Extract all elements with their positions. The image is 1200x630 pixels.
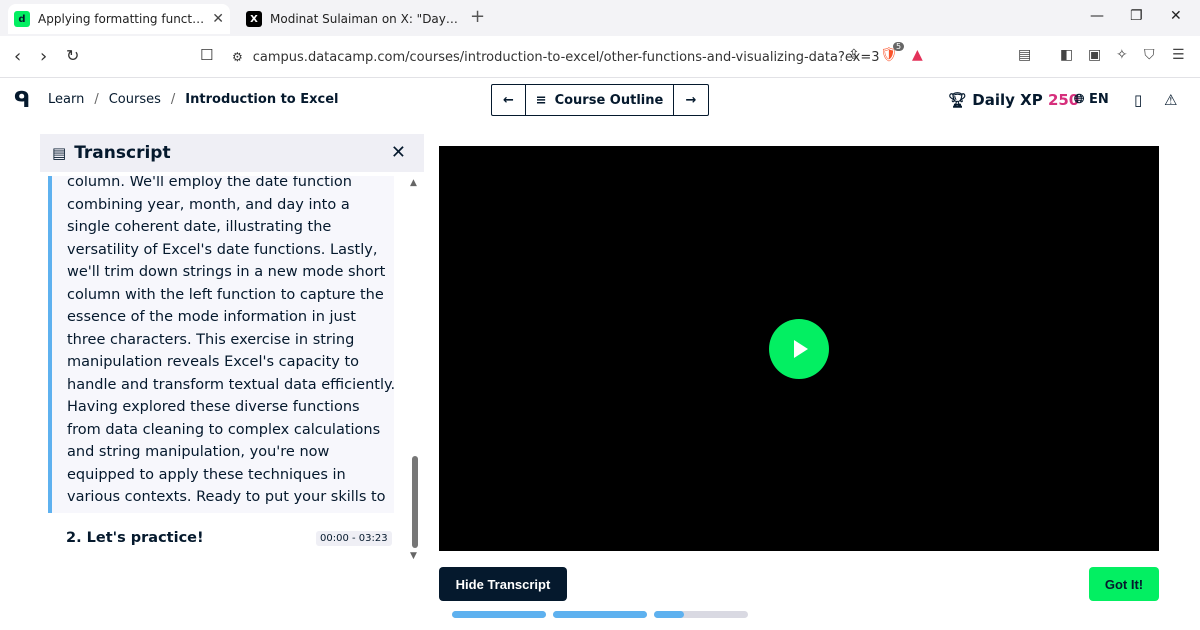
- arrow-right-icon: →: [685, 92, 697, 108]
- globe-icon: 🌐︎: [1074, 92, 1085, 107]
- back-icon[interactable]: ‹: [14, 46, 21, 67]
- tab-title: Modinat Sulaiman on X: "Day 7/30 Of: [270, 12, 459, 26]
- scroll-down-icon[interactable]: ▼: [410, 551, 417, 561]
- breadcrumb-courses[interactable]: Courses: [109, 92, 161, 107]
- new-tab-button[interactable]: +: [470, 6, 485, 27]
- transcript-text: column. We'll employ the date function c…: [67, 176, 394, 513]
- list-icon: ≡: [535, 92, 547, 108]
- browser-tab-datacamp[interactable]: d Applying formatting functions | D ✕: [8, 4, 230, 34]
- progress-segment-3: [654, 611, 748, 618]
- daily-xp-label: Daily XP: [972, 91, 1043, 109]
- sidebar-icon[interactable]: ◧: [1060, 47, 1073, 63]
- reader-icon[interactable]: ▤: [1018, 47, 1031, 63]
- video-player[interactable]: [439, 146, 1159, 551]
- window-close-icon[interactable]: ✕: [1170, 8, 1182, 24]
- close-transcript-icon[interactable]: ✕: [391, 142, 406, 163]
- breadcrumb-learn[interactable]: Learn: [48, 92, 84, 107]
- share-icon[interactable]: ⇪: [848, 47, 860, 63]
- course-outline-button[interactable]: ≡ Course Outline: [526, 85, 674, 115]
- close-icon[interactable]: ✕: [212, 11, 224, 27]
- report-issue-icon[interactable]: ⚠: [1164, 91, 1177, 109]
- play-button[interactable]: [769, 319, 829, 379]
- progress-fill: [553, 611, 647, 618]
- vpn-icon[interactable]: ⛉: [1144, 47, 1155, 63]
- breadcrumb-separator: /: [94, 92, 99, 107]
- got-it-button[interactable]: Got It!: [1089, 567, 1159, 601]
- course-outline-nav: ← ≡ Course Outline →: [491, 84, 709, 116]
- tab-title: Applying formatting functions | D: [38, 12, 204, 26]
- address-bar: ‹ › ↻ ☐ ⚙ campus.datacamp.com/courses/in…: [0, 36, 1200, 78]
- progress-fill: [452, 611, 546, 618]
- arrow-left-icon: ←: [503, 92, 514, 108]
- hide-transcript-button[interactable]: Hide Transcript: [439, 567, 567, 601]
- breadcrumb-separator: /: [170, 92, 176, 107]
- brave-badge: 5: [893, 42, 905, 51]
- browser-tab-bar: d Applying formatting functions | D ✕ X …: [0, 0, 1200, 36]
- url-text: campus.datacamp.com/courses/introduction…: [252, 49, 880, 65]
- browser-tab-x[interactable]: X Modinat Sulaiman on X: "Day 7/30 Of: [240, 6, 465, 32]
- datacamp-icon: d: [14, 11, 30, 27]
- slides-icon[interactable]: ▯: [1134, 91, 1142, 109]
- restore-icon[interactable]: ❐: [1130, 8, 1143, 24]
- leo-icon[interactable]: ✧: [1116, 47, 1128, 63]
- transcript-text-box[interactable]: column. We'll employ the date function c…: [48, 176, 394, 513]
- transcript-panel: ▤ Transcript ✕ column. We'll employ the …: [40, 134, 424, 566]
- forward-icon[interactable]: ›: [40, 46, 47, 67]
- minimize-icon[interactable]: —: [1090, 8, 1104, 24]
- previous-exercise-button[interactable]: ←: [492, 85, 526, 115]
- play-icon: [794, 340, 808, 358]
- progress-segment-1: [452, 611, 546, 618]
- menu-icon[interactable]: ☰: [1172, 47, 1185, 63]
- trophy-icon: 🏆︎: [948, 91, 968, 109]
- wallet-icon[interactable]: ▣: [1088, 47, 1101, 63]
- progress-fill: [654, 611, 685, 618]
- transcript-title: Transcript: [74, 143, 171, 163]
- language-selector[interactable]: 🌐︎ EN: [1074, 92, 1109, 107]
- datacamp-logo-icon[interactable]: ᑫ: [14, 88, 30, 113]
- chapter-timestamp[interactable]: 00:00 - 03:23: [316, 531, 392, 546]
- chapter-title[interactable]: 2. Let's practice!: [66, 530, 204, 546]
- daily-xp[interactable]: 🏆︎ Daily XP 250: [948, 91, 1079, 109]
- next-exercise-button[interactable]: →: [674, 85, 708, 115]
- breadcrumb-course[interactable]: Introduction to Excel: [185, 92, 338, 107]
- site-settings-icon[interactable]: ⚙: [232, 50, 243, 64]
- brave-rewards-icon[interactable]: ▲: [912, 47, 923, 63]
- transcript-header: ▤ Transcript ✕: [40, 134, 424, 172]
- transcript-icon: ▤: [52, 144, 67, 162]
- bookmark-icon[interactable]: ☐: [200, 46, 213, 64]
- course-outline-label: Course Outline: [554, 92, 664, 108]
- reload-icon[interactable]: ↻: [66, 46, 79, 65]
- course-header: ᑫ Learn / Courses / Introduction to Exce…: [0, 78, 1200, 124]
- breadcrumb: Learn / Courses / Introduction to Excel: [48, 92, 339, 107]
- scroll-up-icon[interactable]: ▲: [410, 178, 417, 188]
- transcript-scrollbar[interactable]: [412, 456, 418, 548]
- x-icon: X: [246, 11, 262, 27]
- url-field[interactable]: ⚙ campus.datacamp.com/courses/introducti…: [232, 43, 940, 71]
- progress-segment-2: [553, 611, 647, 618]
- language-label: EN: [1088, 92, 1109, 107]
